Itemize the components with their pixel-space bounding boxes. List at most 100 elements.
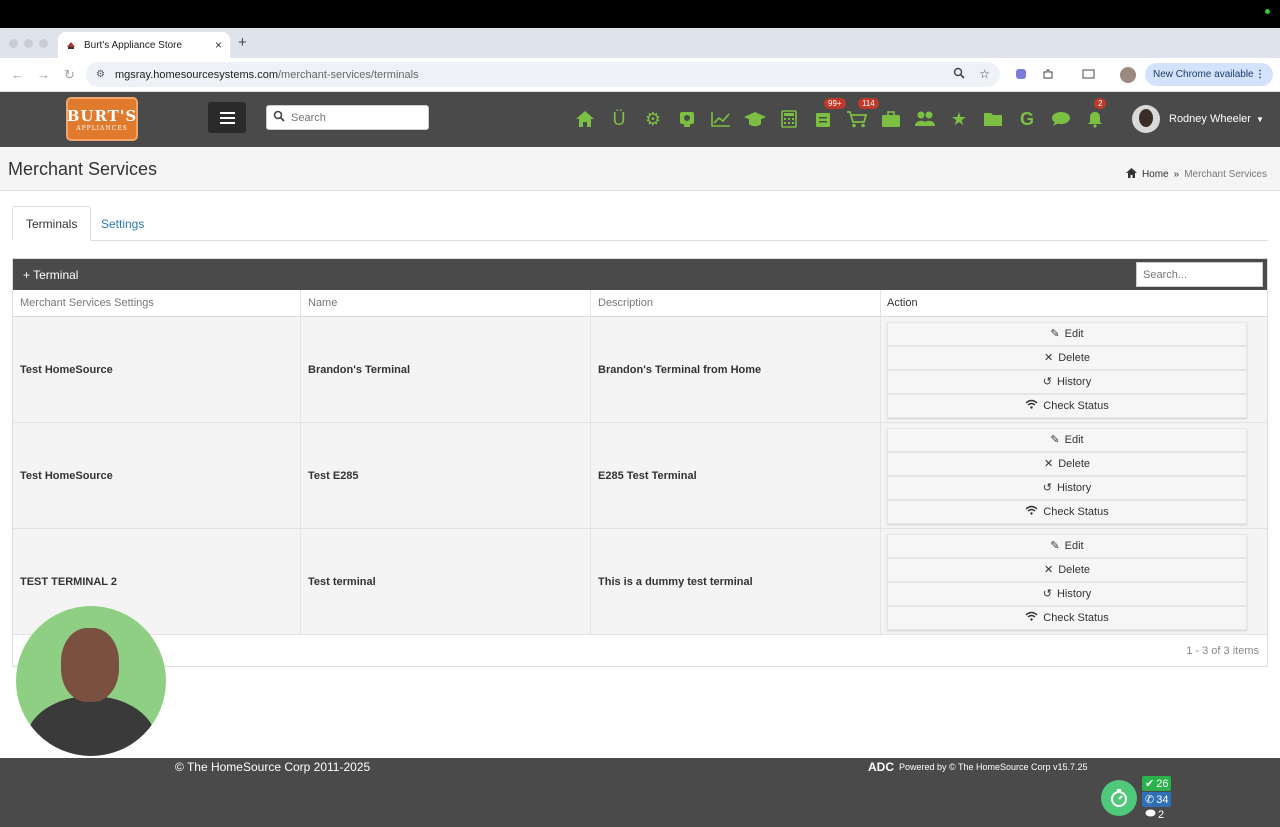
cell-settings: Test HomeSource <box>13 423 301 528</box>
webcam-overlay <box>16 606 166 756</box>
folder-icon[interactable] <box>976 104 1010 134</box>
header-icon-bar: Ü ⚙ 99+ 114 ★ G 2 <box>568 98 1112 134</box>
table-row: Test HomeSource Brandon's Terminal Brand… <box>13 317 1267 423</box>
close-icon: ✕ <box>1043 458 1054 470</box>
bookmark-star-icon[interactable]: ☆ <box>979 67 990 82</box>
url-host: mgsray.homesourcesystems.com <box>114 68 278 81</box>
delete-button[interactable]: ✕ Delete <box>887 451 1247 476</box>
zoom-icon[interactable] <box>953 67 965 82</box>
column-header-description[interactable]: Description <box>591 290 881 316</box>
extension-icon[interactable] <box>1014 67 1028 81</box>
history-button[interactable]: ↺ History <box>887 369 1247 394</box>
edit-label: Edit <box>1064 539 1084 552</box>
delete-label: Delete <box>1058 351 1090 364</box>
done-count-value: 26 <box>1156 777 1169 790</box>
tab-title: Burt's Appliance Store <box>84 39 183 51</box>
check-status-label: Check Status <box>1043 399 1109 412</box>
window-minimize-dot[interactable] <box>24 39 33 48</box>
history-label: History <box>1056 481 1092 494</box>
add-terminal-button[interactable]: + Terminal <box>23 268 78 282</box>
users-icon[interactable] <box>908 104 942 134</box>
home-icon[interactable] <box>568 104 602 134</box>
edit-button[interactable]: ✎ Edit <box>887 533 1247 558</box>
tasks-icon[interactable]: 99+ <box>806 98 846 134</box>
store-logo[interactable]: BURT'S APPLIANCES <box>66 97 138 141</box>
cell-name: Test terminal <box>301 529 591 634</box>
grid-search-input[interactable] <box>1136 262 1263 287</box>
tab-search-icon[interactable] <box>1081 67 1095 81</box>
google-icon[interactable]: G <box>1010 104 1044 134</box>
url-path: /merchant-services/terminals <box>277 68 419 81</box>
delete-button[interactable]: ✕ Delete <box>887 557 1247 582</box>
user-menu[interactable]: Rodney Wheeler ▼ <box>1132 105 1264 133</box>
user-name: Rodney Wheeler <box>1169 113 1251 125</box>
notifications-badge: 2 <box>1094 98 1107 109</box>
check-status-button[interactable]: Check Status <box>887 499 1247 524</box>
url-bar[interactable]: ⚙ mgsray.homesourcesystems.com /merchant… <box>86 62 1000 87</box>
webcam-shirt <box>26 696 156 756</box>
check-icon: ✔ <box>1145 778 1155 790</box>
cell-actions: ✎ Edit ✕ Delete ↺ History Check Status <box>881 423 1254 528</box>
cart-icon[interactable]: 114 <box>840 98 879 134</box>
tab-settings[interactable]: Settings <box>88 206 157 241</box>
history-button[interactable]: ↺ History <box>887 581 1247 606</box>
tab-close-icon[interactable]: × <box>215 38 222 52</box>
window-close-dot[interactable] <box>9 39 18 48</box>
favicon-icon <box>66 40 76 50</box>
briefcase-icon[interactable] <box>874 104 908 134</box>
calculator-icon[interactable] <box>772 104 806 134</box>
column-header-name[interactable]: Name <box>301 290 591 316</box>
gear-icon[interactable]: ⚙ <box>636 104 670 134</box>
grid-header: Merchant Services Settings Name Descript… <box>13 290 1267 317</box>
cell-description: Brandon's Terminal from Home <box>591 317 881 422</box>
chats-count[interactable]: 2 <box>1142 808 1167 822</box>
history-icon: ↺ <box>1042 482 1052 494</box>
history-icon: ↺ <box>1042 588 1052 600</box>
site-info-icon[interactable]: ⚙ <box>96 69 105 80</box>
history-icon: ↺ <box>1042 376 1052 388</box>
new-chrome-button[interactable]: New Chrome available ⋮ <box>1145 63 1273 86</box>
stopwatch-icon[interactable] <box>1101 780 1137 816</box>
reload-icon[interactable]: ↻ <box>64 67 75 83</box>
check-status-label: Check Status <box>1043 611 1109 624</box>
window-zoom-dot[interactable] <box>39 39 48 48</box>
check-status-button[interactable]: Check Status <box>887 393 1247 418</box>
edit-label: Edit <box>1064 327 1084 340</box>
edit-button[interactable]: ✎ Edit <box>887 321 1247 346</box>
chats-count-value: 2 <box>1158 809 1165 821</box>
check-status-button[interactable]: Check Status <box>887 605 1247 630</box>
delete-button[interactable]: ✕ Delete <box>887 345 1247 370</box>
adc-label: ADC <box>868 760 894 774</box>
chat-icon[interactable] <box>1044 104 1078 134</box>
search-icon <box>273 110 285 125</box>
bell-icon[interactable]: 2 <box>1078 98 1112 134</box>
profile-avatar[interactable] <box>1120 67 1136 83</box>
powered-by-text: Powered by © The HomeSource Corp v15.7.2… <box>899 762 1088 772</box>
breadcrumb-home-link[interactable]: Home <box>1142 169 1169 180</box>
extensions-puzzle-icon[interactable] <box>1041 67 1055 81</box>
done-count[interactable]: ✔ 26 <box>1142 776 1172 791</box>
delete-label: Delete <box>1058 563 1090 576</box>
university-icon[interactable]: Ü <box>602 104 636 134</box>
header-search-input[interactable] <box>291 111 411 124</box>
graduation-cap-icon[interactable] <box>738 104 772 134</box>
page-tabs: Terminals Settings <box>12 206 1268 241</box>
back-icon[interactable]: ← <box>11 67 24 82</box>
history-button[interactable]: ↺ History <box>887 475 1247 500</box>
menu-toggle-button[interactable] <box>208 102 246 133</box>
calls-count[interactable]: ✆ 34 <box>1142 792 1172 807</box>
map-marker-icon[interactable] <box>670 104 704 134</box>
pager-info: 1 - 3 of 3 items <box>1186 645 1259 657</box>
header-search[interactable] <box>266 105 429 130</box>
edit-button[interactable]: ✎ Edit <box>887 427 1247 452</box>
browser-tab[interactable]: Burt's Appliance Store × <box>58 32 230 58</box>
tab-terminals[interactable]: Terminals <box>12 206 92 241</box>
cell-settings: Test HomeSource <box>13 317 301 422</box>
forward-icon[interactable]: → <box>37 67 50 82</box>
star-icon[interactable]: ★ <box>942 104 976 134</box>
column-header-settings[interactable]: Merchant Services Settings <box>13 290 301 316</box>
column-header-action: Action <box>887 297 918 309</box>
new-tab-button[interactable]: + <box>238 34 247 51</box>
line-chart-icon[interactable] <box>704 104 738 134</box>
chrome-menu-icon[interactable]: ⋮ <box>1255 69 1265 80</box>
